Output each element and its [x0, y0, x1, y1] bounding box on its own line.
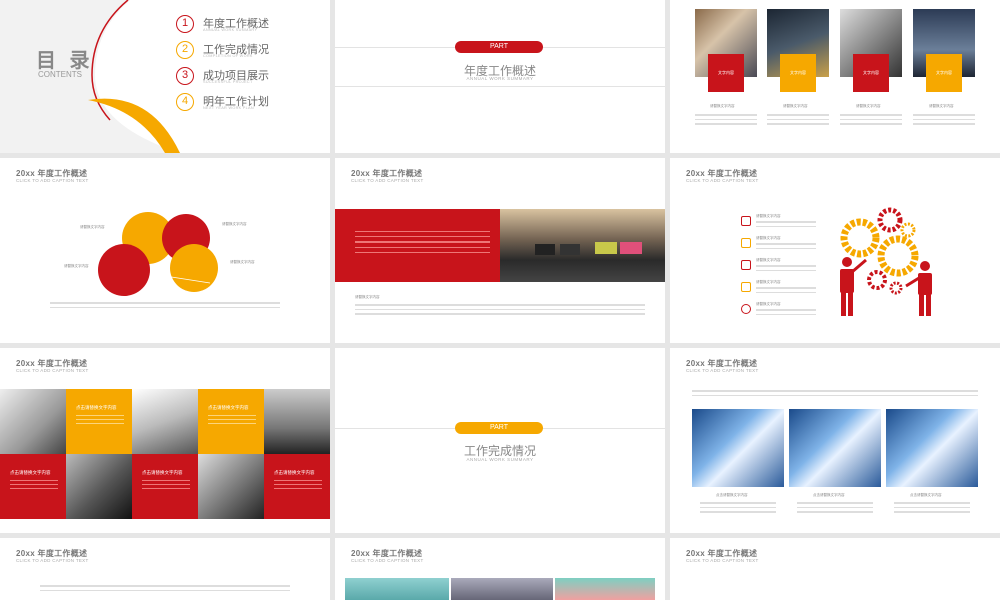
gears-people-illustration	[840, 207, 932, 316]
slide-thumbnail-grid: 目 录 CONTENTS 1 年度工作概述 ANNUAL WORK SUMMAR…	[0, 0, 1000, 600]
photo-telescope	[66, 454, 132, 519]
petal-label-4: 请替换文字内容	[230, 260, 255, 264]
band-desc	[355, 304, 645, 318]
petal-diagram	[98, 212, 218, 296]
photo-computer-room	[500, 209, 665, 282]
slide-glass-buildings[interactable]: 20xx 年度工作概述 CLICK TO ADD CAPTION TEXT 点击…	[670, 348, 1000, 533]
card-text-4	[913, 114, 975, 128]
part-badge: PART	[455, 41, 543, 53]
slide-band-photo[interactable]: 20xx 年度工作概述 CLICK TO ADD CAPTION TEXT 请替…	[335, 158, 665, 343]
slide-subtitle: CLICK TO ADD CAPTION TEXT	[686, 368, 759, 373]
card-caption-2: 请替换文字内容	[783, 104, 808, 108]
mosaic-text-3: 点击请替换文字内容	[0, 454, 66, 519]
slide-subtitle: CLICK TO ADD CAPTION TEXT	[351, 178, 424, 183]
building-desc-2	[797, 502, 873, 516]
slide-mosaic[interactable]: 20xx 年度工作概述 CLICK TO ADD CAPTION TEXT 点击…	[0, 348, 330, 533]
mosaic-text-5: 点击请替换文字内容	[264, 454, 330, 519]
card-text-2	[767, 114, 829, 128]
slide-part-1[interactable]: PART 年度工作概述 ANNUAL WORK SUMMARY	[335, 0, 665, 153]
intro-text	[692, 390, 978, 399]
part-badge: PART	[455, 422, 543, 434]
petal-label-3: 请替换文字内容	[64, 264, 89, 268]
photo-building-1	[692, 409, 784, 487]
photo-gears-teal	[345, 578, 449, 600]
card-caption-3: 请替换文字内容	[856, 104, 881, 108]
card-text-3	[840, 114, 902, 128]
slide-subtitle: CLICK TO ADD CAPTION TEXT	[16, 368, 89, 373]
slide-subtitle: CLICK TO ADD CAPTION TEXT	[686, 558, 759, 563]
card-label-1: 文字内容	[708, 54, 744, 92]
mosaic-text-1: 点击请替换文字内容	[66, 389, 132, 454]
building-caption-1: 点击请替换文字内容	[716, 493, 748, 497]
photo-building-2	[789, 409, 881, 487]
petal-label-2: 请替换文字内容	[222, 222, 247, 226]
photo-coffee	[555, 578, 655, 600]
part-subtitle: ANNUAL WORK SUMMARY	[466, 76, 534, 81]
slide-photo-cards[interactable]: 文字内容 文字内容 文字内容 文字内容 请替换文字内容 请替换文字内容 请替换文…	[670, 0, 1000, 153]
toc-num-2: 2	[176, 41, 194, 59]
slide-gears[interactable]: 20xx 年度工作概述 CLICK TO ADD CAPTION TEXT 请替…	[670, 158, 1000, 343]
slide-subtitle: CLICK TO ADD CAPTION TEXT	[351, 558, 424, 563]
card-label-2: 文字内容	[780, 54, 816, 92]
slide-toc[interactable]: 目 录 CONTENTS 1 年度工作概述 ANNUAL WORK SUMMAR…	[0, 0, 330, 153]
card-label-4: 文字内容	[926, 54, 962, 92]
toc-item-2-sub: COMPLETION OF WORK	[203, 54, 253, 58]
slide-petal-diagram[interactable]: 20xx 年度工作概述 CLICK TO ADD CAPTION TEXT 请替…	[0, 158, 330, 343]
part-subtitle: ANNUAL WORK SUMMARY	[466, 457, 534, 462]
photo-building-3	[886, 409, 978, 487]
card-caption-4: 请替换文字内容	[929, 104, 954, 108]
red-text-band	[335, 209, 500, 282]
band-caption: 请替换文字内容	[355, 295, 380, 299]
petal-label-1: 请替换文字内容	[80, 225, 105, 229]
toc-subtitle: CONTENTS	[38, 70, 82, 79]
card-text-1	[695, 114, 757, 128]
building-caption-3: 点击请替换文字内容	[910, 493, 942, 497]
building-caption-2: 点击请替换文字内容	[813, 493, 845, 497]
slide-part-2[interactable]: PART 工作完成情况 ANNUAL WORK SUMMARY	[335, 348, 665, 533]
photo-team	[0, 389, 66, 454]
toc-num-1: 1	[176, 15, 194, 33]
slide-partial-2[interactable]: 20xx 年度工作概述 CLICK TO ADD CAPTION TEXT	[335, 538, 665, 600]
photo-man-portrait	[198, 454, 264, 519]
building-desc-3	[894, 502, 970, 516]
mosaic-text-2: 点击请替换文字内容	[198, 389, 264, 454]
photo-desk	[451, 578, 553, 600]
toc-item-4-sub: NEXT YEAR WORK PLAN	[203, 106, 254, 110]
slide-partial-3[interactable]: 20xx 年度工作概述 CLICK TO ADD CAPTION TEXT	[670, 538, 1000, 600]
toc-item-1-sub: ANNUAL WORK SUMMARY	[203, 28, 258, 32]
toc-item-3-sub: SUCCESSFUL PROJECT	[203, 80, 253, 84]
toc-num-3: 3	[176, 67, 194, 85]
building-desc-1	[700, 502, 776, 516]
divider-bottom	[335, 86, 665, 87]
card-caption-1: 请替换文字内容	[710, 104, 735, 108]
slide-partial-1[interactable]: 20xx 年度工作概述 CLICK TO ADD CAPTION TEXT	[0, 538, 330, 600]
partial-text	[40, 585, 290, 594]
petal-desc	[50, 302, 280, 311]
card-label-3: 文字内容	[853, 54, 889, 92]
toc-title: 目 录	[36, 50, 94, 72]
photo-writing	[132, 389, 198, 454]
slide-subtitle: CLICK TO ADD CAPTION TEXT	[16, 558, 89, 563]
photo-ferris-wheel	[264, 389, 330, 454]
mosaic-text-4: 点击请替换文字内容	[132, 454, 198, 519]
toc-num-4: 4	[176, 93, 194, 111]
